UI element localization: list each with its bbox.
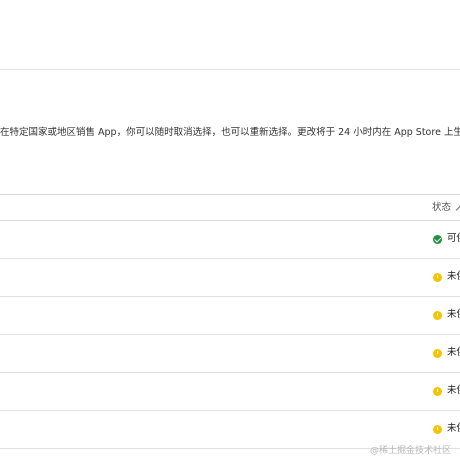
status-cell: 未供 — [433, 423, 460, 435]
table-row[interactable]: 未供 — [0, 373, 460, 411]
status-cell: 可供 — [433, 233, 460, 245]
warning-circle-icon — [433, 272, 442, 282]
status-label: 未供 — [447, 423, 460, 434]
status-header-label: 状态 — [432, 202, 452, 213]
table-row[interactable]: 未供 — [0, 259, 460, 297]
table-row[interactable]: 未供 — [0, 411, 460, 449]
availability-description: 在特定国家或地区销售 App，你可以随时取消选择，也可以重新选择。更改将于 24… — [0, 127, 460, 138]
status-cell: 未供 — [433, 271, 460, 283]
checkmark-circle-icon — [433, 234, 442, 244]
status-cell: 未供 — [433, 347, 460, 359]
chevron-up-icon[interactable] — [455, 205, 460, 214]
warning-circle-icon — [433, 310, 442, 320]
top-divider — [0, 69, 460, 70]
status-label: 未供 — [447, 271, 460, 282]
table-row[interactable]: 未供 — [0, 297, 460, 335]
status-label: 未供 — [447, 347, 460, 358]
table-row[interactable]: 可供 — [0, 221, 460, 259]
table-header: 状态 — [0, 194, 460, 221]
table-row[interactable]: 未供 — [0, 335, 460, 373]
warning-circle-icon — [433, 348, 442, 358]
status-label: 未供 — [447, 385, 460, 396]
status-label: 未供 — [447, 309, 460, 320]
watermark: @稀土掘金技术社区 — [370, 446, 452, 456]
warning-circle-icon — [433, 386, 442, 396]
status-label: 可供 — [447, 233, 460, 244]
status-column-header[interactable]: 状态 — [432, 202, 460, 214]
app-availability-page: 在特定国家或地区销售 App，你可以随时取消选择，也可以重新选择。更改将于 24… — [0, 0, 460, 460]
warning-circle-icon — [433, 424, 442, 434]
status-cell: 未供 — [433, 309, 460, 321]
status-cell: 未供 — [433, 385, 460, 397]
